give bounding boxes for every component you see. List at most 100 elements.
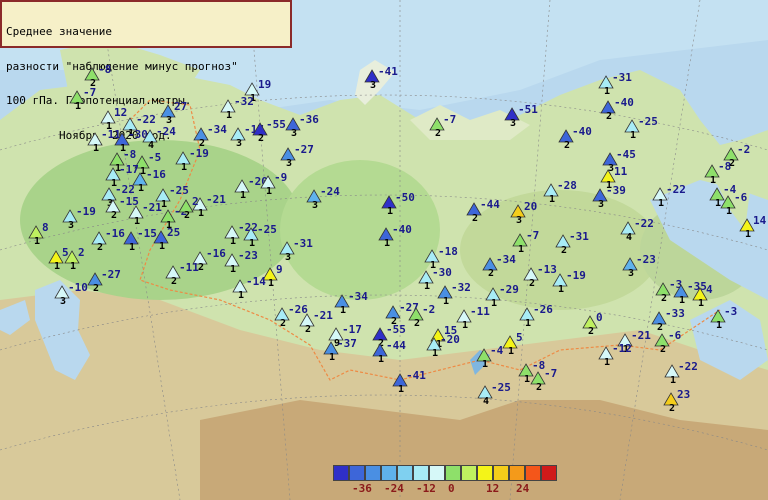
map-canvas: Среднее значение разности "наблюдение ми… (0, 0, 768, 500)
station-value: -14 (246, 275, 266, 288)
station-count: 1 (558, 284, 565, 295)
station-value: -9 (274, 171, 288, 184)
station-value: -24 (156, 125, 176, 138)
legend-label: -12 (416, 482, 436, 495)
station-count: 1 (491, 298, 498, 309)
station-count: 3 (598, 199, 605, 210)
station-count: 1 (630, 130, 637, 141)
legend-swatch (493, 465, 509, 481)
station-value: -18 (438, 245, 458, 258)
station-count: 1 (159, 241, 166, 252)
legend-label: 12 (486, 482, 500, 495)
station-value: -22 (634, 217, 654, 230)
station-count: 2 (280, 318, 287, 329)
station-value: 19 (258, 78, 272, 91)
station-value: -21 (142, 201, 162, 214)
station-value: -34 (207, 123, 227, 136)
station-count: 1 (238, 290, 245, 301)
station-value: -29 (499, 283, 519, 296)
station-value: -40 (572, 125, 592, 138)
legend-labels: -36 -24 -12 0 12 24 (352, 482, 552, 496)
station-count: 2 (305, 324, 312, 335)
station-value: 11 (614, 165, 628, 178)
station-value: -19 (76, 205, 96, 218)
station-value: -31 (612, 71, 632, 84)
station-count: 1 (387, 206, 394, 217)
legend-swatch (365, 465, 381, 481)
station-count: 1 (508, 346, 515, 357)
station-count: 1 (710, 175, 717, 186)
station-value: 23 (677, 388, 691, 401)
station-value: -21 (313, 309, 333, 322)
station-count: 1 (384, 238, 391, 249)
station-value: -17 (342, 323, 362, 336)
station-value: -2 (737, 143, 751, 156)
station-value: -25 (169, 184, 189, 197)
station-value: -25 (638, 115, 658, 128)
station-count: 2 (657, 322, 664, 333)
station-value: -40 (614, 96, 634, 109)
station-value: -6 (734, 191, 748, 204)
legend-label: -36 (352, 482, 372, 495)
station-count: 1 (432, 348, 439, 359)
station-value: -39 (606, 184, 626, 197)
station-count: 1 (268, 278, 275, 289)
station-count: 2 (435, 128, 442, 139)
legend-swatch (429, 465, 445, 481)
station-count: 2 (669, 403, 676, 414)
station-value: -27 (101, 268, 121, 281)
station-count: 1 (226, 110, 233, 121)
station-count: 1 (134, 216, 141, 227)
station-value: -31 (569, 230, 589, 243)
station-count: 1 (398, 384, 405, 395)
station-value: -32 (234, 95, 254, 108)
station-count: 3 (291, 128, 298, 139)
station-value: -21 (631, 329, 651, 342)
station-count: 1 (198, 208, 205, 219)
station-count: 2 (660, 344, 667, 355)
station-value: -36 (299, 113, 319, 126)
station-value: -30 (432, 266, 452, 279)
station-value: -7 (83, 86, 97, 99)
station-count: 2 (529, 278, 536, 289)
station-count: 3 (286, 158, 293, 169)
station-value: -2 (422, 303, 436, 316)
station-value: -31 (293, 237, 313, 250)
station-value: -41 (378, 65, 398, 78)
station-count: 1 (658, 198, 665, 209)
station-value: -55 (386, 323, 406, 336)
legend-swatch (525, 465, 541, 481)
station-count: 3 (628, 268, 635, 279)
station-value: -40 (392, 223, 412, 236)
station-value: 0 (596, 311, 603, 324)
station-value: -22 (136, 113, 156, 126)
legend-swatch (461, 465, 477, 481)
station-value: 2 (78, 246, 85, 259)
color-legend (333, 465, 557, 481)
station-count: 3 (68, 220, 75, 231)
station-value: 2 (192, 195, 199, 208)
title-box: Среднее значение разности "наблюдение ми… (0, 0, 292, 141)
station-count: 4 (483, 396, 490, 407)
station-value: 27 (174, 100, 188, 113)
station-value: 9 (276, 263, 283, 276)
station-value: -5 (148, 151, 162, 164)
station-count: 2 (184, 210, 191, 221)
station-count: 2 (97, 242, 104, 253)
station-value: -16 (146, 168, 166, 181)
station-count: 3 (236, 138, 243, 149)
station-count: 2 (606, 111, 613, 122)
station-count: 1 (340, 305, 347, 316)
station-count: 1 (129, 242, 136, 253)
station-count: 1 (266, 186, 273, 197)
station-count: 2 (111, 210, 118, 221)
station-count: 1 (698, 298, 705, 309)
station-count: 3 (285, 252, 292, 263)
station-count: 1 (482, 359, 489, 370)
station-count: 1 (70, 261, 77, 272)
station-count: 1 (230, 264, 237, 275)
station-count: 2 (258, 133, 265, 144)
legend-swatch (381, 465, 397, 481)
station-count: 1 (54, 261, 61, 272)
station-count: 1 (716, 320, 723, 331)
